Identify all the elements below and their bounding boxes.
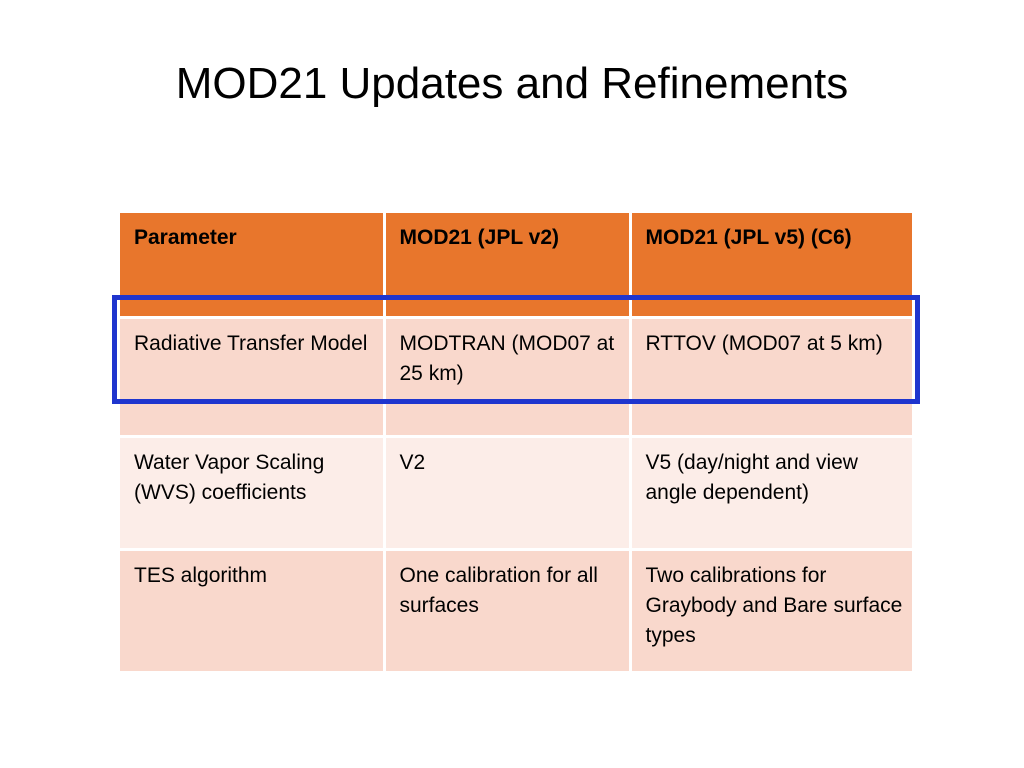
column-header-parameter: Parameter	[120, 213, 386, 319]
table-header: Parameter MOD21 (JPL v2) MOD21 (JPL v5) …	[120, 213, 912, 319]
table-row: Radiative Transfer Model MODTRAN (MOD07 …	[120, 317, 912, 438]
comparison-table: Parameter MOD21 (JPL v2) MOD21 (JPL v5) …	[120, 213, 912, 671]
table-row: Water Vapor Scaling (WVS) coefficients V…	[120, 436, 912, 551]
cell-v2: V2	[384, 436, 632, 551]
cell-parameter: Water Vapor Scaling (WVS) coefficients	[120, 436, 386, 551]
column-header-mod21-jpl-v2: MOD21 (JPL v2)	[384, 213, 632, 319]
cell-v5: Two calibrations for Graybody and Bare s…	[630, 549, 912, 671]
table-header-row: Parameter MOD21 (JPL v2) MOD21 (JPL v5) …	[120, 213, 912, 319]
comparison-table-container: Parameter MOD21 (JPL v2) MOD21 (JPL v5) …	[120, 213, 912, 671]
page-title: MOD21 Updates and Refinements	[175, 59, 849, 108]
cell-parameter: TES algorithm	[120, 549, 386, 671]
cell-v5: RTTOV (MOD07 at 5 km)	[630, 317, 912, 438]
cell-v5: V5 (day/night and view angle dependent)	[630, 436, 912, 551]
table-body: Radiative Transfer Model MODTRAN (MOD07 …	[120, 317, 912, 671]
cell-parameter: Radiative Transfer Model	[120, 317, 386, 438]
column-header-mod21-jpl-v5-c6: MOD21 (JPL v5) (C6)	[630, 213, 912, 319]
cell-v2: MODTRAN (MOD07 at 25 km)	[384, 317, 632, 438]
cell-v2: One calibration for all surfaces	[384, 549, 632, 671]
table-row: TES algorithm One calibration for all su…	[120, 549, 912, 671]
